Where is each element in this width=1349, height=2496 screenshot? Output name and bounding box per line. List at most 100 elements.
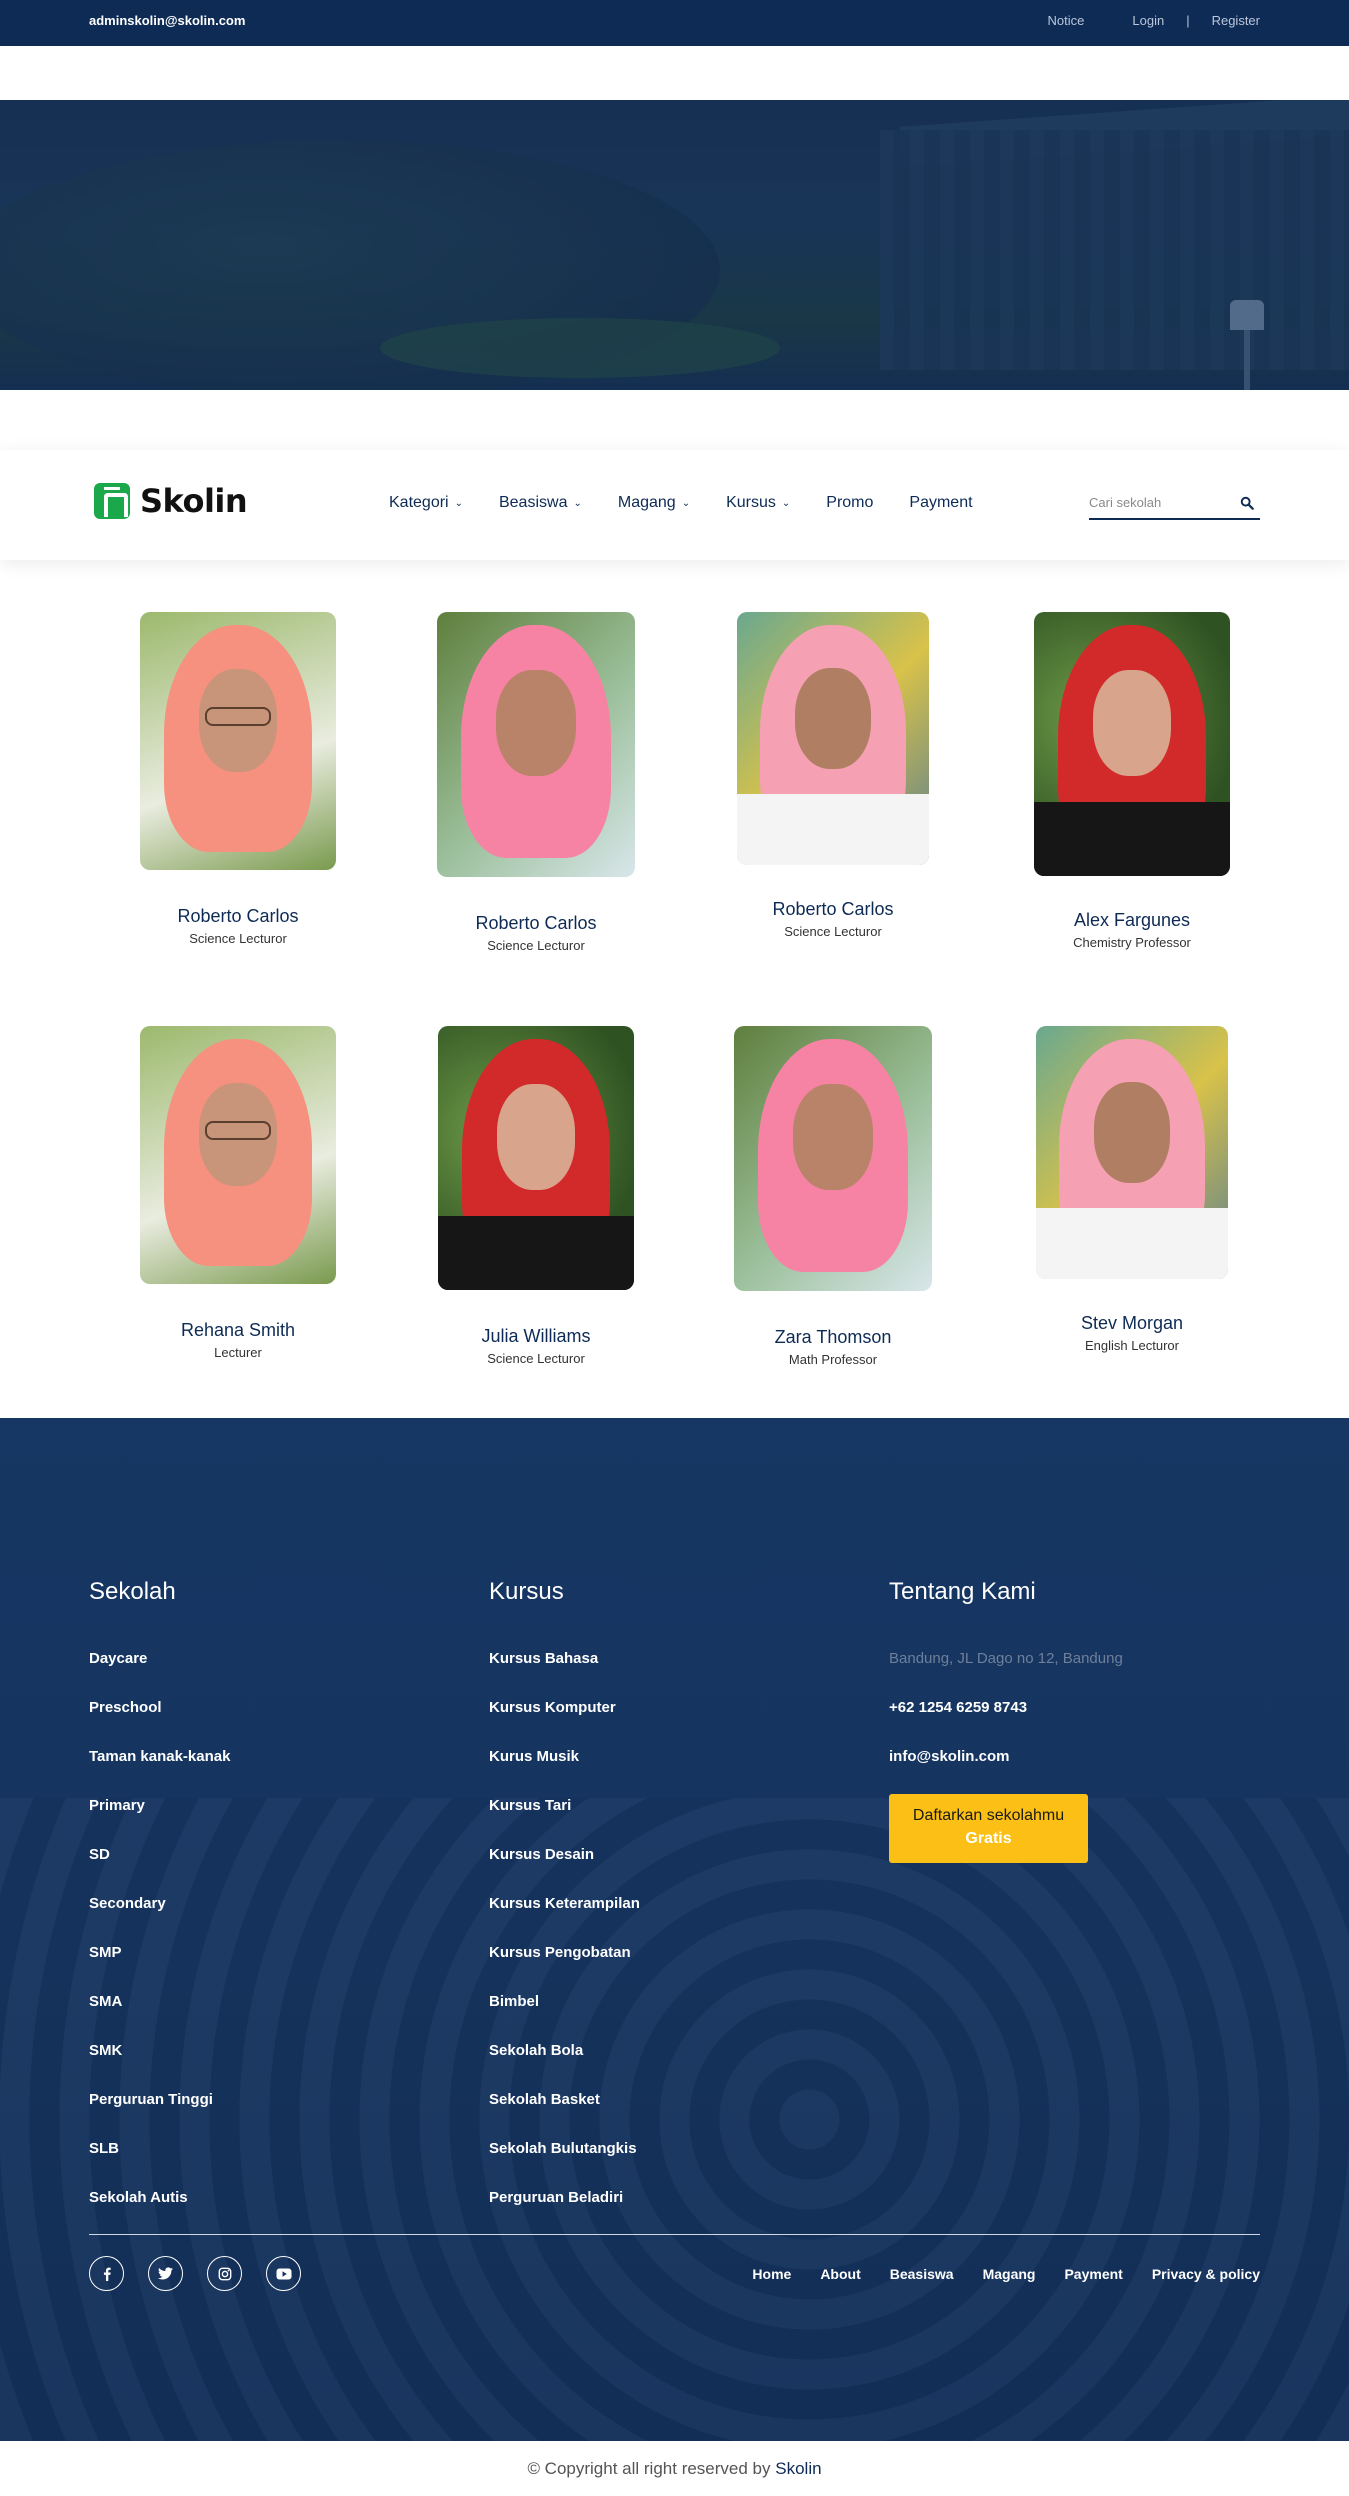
chevron-down-icon: ⌄ (454, 497, 463, 509)
top-bar: adminskolin@skolin.com Notice Login | Re… (0, 0, 1349, 46)
footer-nav-beasiswa[interactable]: Beasiswa (890, 2266, 954, 2282)
footer-link[interactable]: Daycare (89, 1650, 230, 1699)
footer-phone[interactable]: +62 1254 6259 8743 (889, 1699, 1123, 1748)
nav-item-payment[interactable]: Payment (909, 494, 972, 512)
footer-link[interactable]: Kursus Desain (489, 1846, 640, 1895)
team-name: Stev Morgan (1080, 1313, 1184, 1333)
footer-divider (89, 2234, 1260, 2235)
admin-email: adminskolin@skolin.com (89, 13, 246, 28)
brand-logo[interactable]: Skolin (94, 482, 248, 520)
team-role: Chemistry Professor (1073, 935, 1191, 950)
footer-link[interactable]: Secondary (89, 1895, 230, 1944)
main-navbar: Skolin Kategori ⌄ Beasiswa ⌄ Magang ⌄ Kursu… (0, 450, 1349, 560)
notice-link[interactable]: Notice (1048, 13, 1085, 28)
register-school-button[interactable]: Daftarkan sekolahmu Gratis (889, 1794, 1088, 1863)
footer-link[interactable]: Sekolah Basket (489, 2091, 640, 2140)
copyright-bar: © Copyright all right reserved by Skolin (0, 2441, 1349, 2496)
facebook-icon[interactable] (89, 2256, 124, 2291)
footer-link[interactable]: SMP (89, 1944, 230, 1993)
footer-link[interactable]: Kursus Pengobatan (489, 1944, 640, 1993)
footer-link[interactable]: Taman kanak-kanak (89, 1748, 230, 1797)
footer-link[interactable]: Perguruan Tinggi (89, 2091, 230, 2140)
footer-email[interactable]: info@skolin.com (889, 1748, 1123, 1797)
team-role: Science Lecturor (784, 924, 882, 939)
footer-heading: Kursus (489, 1578, 564, 1605)
twitter-icon[interactable] (148, 2256, 183, 2291)
nav-item-promo[interactable]: Promo (826, 494, 873, 512)
top-separator: | (1186, 13, 1190, 28)
search-box (1089, 490, 1260, 520)
login-link[interactable]: Login (1132, 13, 1164, 28)
skolin-logo-icon (94, 483, 130, 519)
footer-link[interactable]: SMK (89, 2042, 230, 2091)
footer-nav-home[interactable]: Home (752, 2266, 791, 2282)
footer-col-sekolah: Sekolah Daycare Preschool Taman kanak-ka… (89, 1578, 230, 2238)
nav-item-beasiswa[interactable]: Beasiswa ⌄ (499, 494, 582, 512)
footer-link[interactable]: Kurus Musik (489, 1748, 640, 1797)
nav-item-magang[interactable]: Magang ⌄ (618, 494, 690, 512)
footer-col-kursus: Kursus Kursus Bahasa Kursus Komputer Kur… (489, 1578, 640, 2238)
team-photo (1034, 612, 1230, 876)
team-card: Roberto Carlos Science Lecturor (436, 612, 636, 953)
footer-col-tentang: Tentang Kami Bandung, JL Dago no 12, Ban… (889, 1578, 1123, 1797)
social-links (89, 2256, 301, 2291)
team-role: Lecturer (214, 1345, 262, 1360)
footer-nav-privacy[interactable]: Privacy & policy (1152, 2266, 1260, 2282)
footer-nav-magang[interactable]: Magang (983, 2266, 1036, 2282)
footer-link[interactable]: Sekolah Bulutangkis (489, 2140, 640, 2189)
cta-free-label: Gratis (965, 1830, 1012, 1847)
team-role: Math Professor (788, 1352, 878, 1367)
copyright-brand[interactable]: Skolin (775, 2459, 821, 2478)
footer-link[interactable]: Kursus Keterampilan (489, 1895, 640, 1944)
nav-menu: Kategori ⌄ Beasiswa ⌄ Magang ⌄ Kursus ⌄ Prom… (389, 494, 973, 512)
search-input[interactable] (1089, 490, 1229, 514)
footer-nav-payment[interactable]: Payment (1064, 2266, 1122, 2282)
footer-link[interactable]: SLB (89, 2140, 230, 2189)
cta-label: Daftarkan sekolahmu (912, 1807, 1065, 1824)
footer-link[interactable]: Sekolah Autis (89, 2189, 230, 2238)
team-card: Rehana Smith Lecturer (138, 1026, 338, 1360)
footer-link[interactable]: Perguruan Beladiri (489, 2189, 640, 2238)
footer-link[interactable]: Bimbel (489, 1993, 640, 2042)
nav-item-kategori[interactable]: Kategori ⌄ (389, 494, 463, 512)
team-photo (437, 612, 635, 877)
team-name: Roberto Carlos (475, 913, 597, 933)
nav-item-kursus[interactable]: Kursus ⌄ (726, 494, 790, 512)
instagram-icon[interactable] (207, 2256, 242, 2291)
footer-heading: Sekolah (89, 1578, 176, 1605)
team-role: English Lecturor (1085, 1338, 1179, 1353)
team-role: Science Lecturor (487, 938, 585, 953)
team-photo (140, 1026, 336, 1284)
footer-link[interactable]: Kursus Tari (489, 1797, 640, 1846)
team-role: Science Lecturor (189, 931, 287, 946)
footer-nav-about[interactable]: About (820, 2266, 860, 2282)
team-photo (734, 1026, 932, 1291)
youtube-icon[interactable] (266, 2256, 301, 2291)
footer-link[interactable]: Preschool (89, 1699, 230, 1748)
register-link[interactable]: Register (1212, 13, 1260, 28)
team-name: Roberto Carlos (177, 906, 299, 926)
search-icon[interactable] (1240, 496, 1254, 510)
footer-link[interactable]: SMA (89, 1993, 230, 2042)
footer-link[interactable]: Primary (89, 1797, 230, 1846)
team-photo (438, 1026, 634, 1290)
team-card: Zara Thomson Math Professor (733, 1026, 933, 1367)
footer-link[interactable]: Sekolah Bola (489, 2042, 640, 2091)
copyright-text: © Copyright all right reserved by (527, 2459, 771, 2478)
footer-link[interactable]: Kursus Bahasa (489, 1650, 640, 1699)
footer-link[interactable]: Kursus Komputer (489, 1699, 640, 1748)
chevron-down-icon: ⌄ (681, 497, 691, 509)
brand-name: Skolin (140, 482, 248, 520)
footer-link[interactable]: SD (89, 1846, 230, 1895)
team-photo (1036, 1026, 1228, 1279)
team-card: Alex Fargunes Chemistry Professor (1032, 612, 1232, 950)
chevron-down-icon: ⌄ (573, 497, 582, 509)
team-card: Roberto Carlos Science Lecturor (733, 612, 933, 939)
team-name: Zara Thomson (774, 1327, 892, 1347)
hero-banner (0, 100, 1349, 390)
team-role: Science Lecturor (487, 1351, 585, 1366)
footer-address: Bandung, JL Dago no 12, Bandung (889, 1650, 1123, 1667)
team-name: Roberto Carlos (772, 899, 894, 919)
team-name: Rehana Smith (180, 1320, 296, 1340)
team-name: Alex Fargunes (1073, 910, 1191, 930)
